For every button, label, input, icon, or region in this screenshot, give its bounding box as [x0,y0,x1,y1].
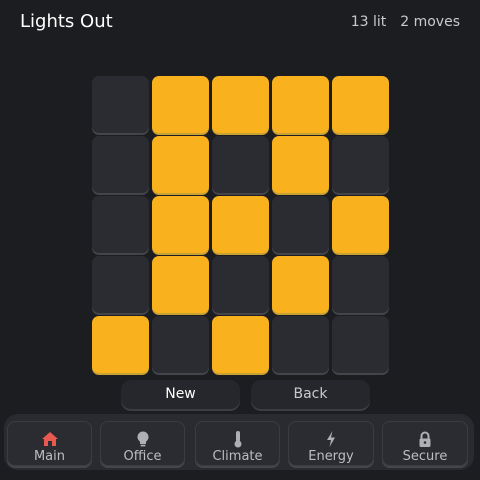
light-cell-r3-c1[interactable] [92,196,149,253]
light-cell-r2-c5[interactable] [332,136,389,193]
lightbulb-icon [100,430,185,448]
back-button[interactable]: Back [251,380,370,409]
light-cell-r2-c4[interactable] [272,136,329,193]
nav-item-energy[interactable]: Energy [288,421,374,466]
header: Lights Out 13 lit 2 moves [0,0,480,44]
nav-label: Office [123,449,162,464]
lightning-icon [288,430,374,448]
light-cell-r3-c2[interactable] [152,196,209,253]
light-cell-r2-c3[interactable] [212,136,269,193]
light-cell-r1-c5[interactable] [332,76,389,133]
nav-item-climate[interactable]: Climate [195,421,280,466]
move-count: 2 moves [400,14,460,30]
light-cell-r4-c4[interactable] [272,256,329,313]
light-cell-r5-c1[interactable] [92,316,149,373]
nav-label: Energy [308,449,354,464]
light-cell-r5-c2[interactable] [152,316,209,373]
app-root: Lights Out 13 lit 2 moves New Back Main O… [0,0,480,480]
light-cell-r4-c2[interactable] [152,256,209,313]
nav-label: Climate [212,449,263,464]
light-cell-r1-c3[interactable] [212,76,269,133]
light-cell-r5-c3[interactable] [212,316,269,373]
thermometer-icon [195,430,280,448]
light-cell-r3-c3[interactable] [212,196,269,253]
light-cell-r5-c4[interactable] [272,316,329,373]
nav-label: Main [33,449,66,464]
home-icon [7,430,92,448]
light-cell-r3-c4[interactable] [272,196,329,253]
lock-icon [382,430,468,448]
light-cell-r3-c5[interactable] [332,196,389,253]
lit-count: 13 lit [350,14,387,30]
nav-item-secure[interactable]: Secure [382,421,468,466]
page-title: Lights Out [20,11,113,32]
new-game-button[interactable]: New [121,380,240,409]
light-cell-r2-c1[interactable] [92,136,149,193]
light-cell-r4-c3[interactable] [212,256,269,313]
light-cell-r2-c2[interactable] [152,136,209,193]
light-cell-r1-c1[interactable] [92,76,149,133]
light-cell-r1-c4[interactable] [272,76,329,133]
nav-label: Secure [402,449,448,464]
bottom-nav: Main Office Climate Energy Secure [4,414,474,470]
game-stats: 13 lit 2 moves [351,14,460,30]
light-cell-r4-c5[interactable] [332,256,389,313]
light-cell-r5-c5[interactable] [332,316,389,373]
game-board [92,76,389,373]
light-cell-r4-c1[interactable] [92,256,149,313]
nav-item-main[interactable]: Main [7,421,92,466]
nav-item-office[interactable]: Office [100,421,185,466]
light-cell-r1-c2[interactable] [152,76,209,133]
